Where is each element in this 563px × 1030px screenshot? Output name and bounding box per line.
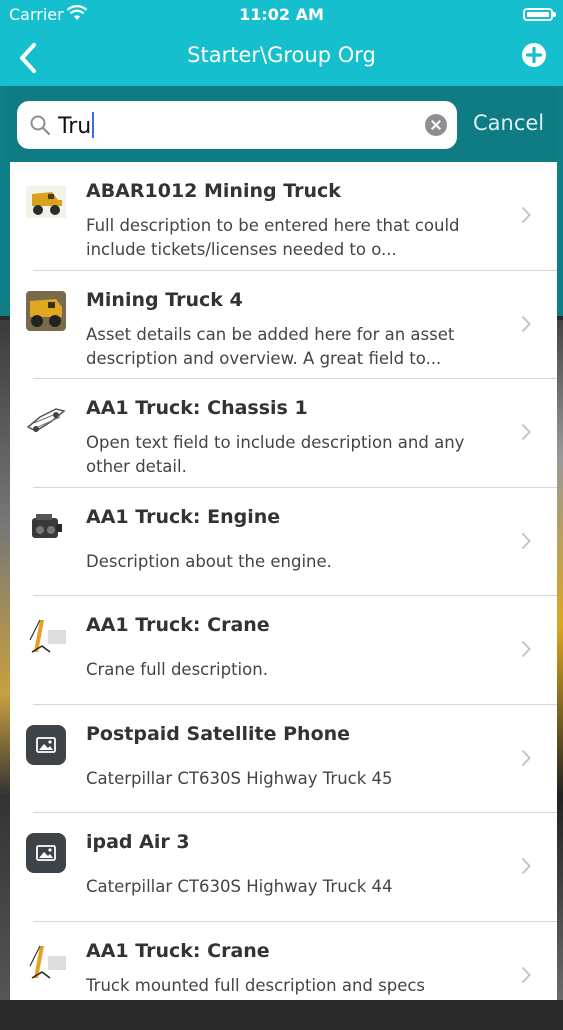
chevron-right-icon — [521, 532, 531, 550]
item-name: ipad Air 3 — [86, 831, 190, 853]
clock: 11:02 AM — [0, 5, 563, 24]
item-name: AA1 Truck: Crane — [86, 614, 270, 636]
item-name: AA1 Truck: Engine — [86, 506, 280, 528]
battery-icon — [523, 8, 553, 21]
item-description: Asset details can be added here for an a… — [86, 323, 506, 371]
chevron-right-icon — [521, 315, 531, 333]
item-description: Crane full description. — [86, 658, 506, 682]
page-title: Starter\Group Org — [0, 43, 563, 67]
item-description: Full description to be entered here that… — [86, 214, 506, 262]
list-item[interactable]: AA1 Truck: Engine Description about the … — [10, 488, 557, 597]
list-item[interactable]: ipad Air 3 Caterpillar CT630S Highway Tr… — [10, 813, 557, 922]
item-description: Truck mounted full description and specs — [86, 974, 506, 998]
list-item[interactable]: Postpaid Satellite Phone Caterpillar CT6… — [10, 705, 557, 814]
list-item[interactable]: AA1 Truck: Chassis 1 Open text field to … — [10, 379, 557, 488]
item-description: Caterpillar CT630S Highway Truck 45 — [86, 767, 506, 791]
list-item[interactable]: AA1 Truck: Crane Crane full description. — [10, 596, 557, 705]
list-item[interactable]: ABAR1012 Mining Truck Full description t… — [10, 162, 557, 271]
chevron-right-icon — [521, 206, 531, 224]
chevron-right-icon — [521, 966, 531, 984]
chevron-right-icon — [521, 423, 531, 441]
item-name: Mining Truck 4 — [86, 289, 243, 311]
search-query: Tru — [58, 114, 91, 139]
crane-thumbnail — [26, 942, 66, 982]
cancel-button[interactable]: Cancel — [473, 111, 544, 135]
image-placeholder-icon — [26, 833, 66, 873]
item-description: Caterpillar CT630S Highway Truck 44 — [86, 875, 506, 899]
search-icon — [29, 114, 51, 136]
item-description: Open text field to include description a… — [86, 431, 506, 479]
item-name: AA1 Truck: Crane — [86, 940, 270, 962]
clear-search-icon[interactable] — [425, 114, 447, 136]
chevron-right-icon — [521, 857, 531, 875]
chevron-right-icon — [521, 640, 531, 658]
search-input[interactable]: Tru — [17, 101, 457, 149]
image-placeholder-icon — [26, 725, 66, 765]
navigation-bar: Starter\Group Org — [0, 30, 563, 86]
results-list: ABAR1012 Mining Truck Full description t… — [10, 162, 557, 1000]
chassis-thumbnail — [26, 399, 66, 439]
status-bar: Carrier 11:02 AM — [0, 0, 563, 30]
text-cursor — [92, 112, 94, 138]
crane-thumbnail — [26, 616, 66, 656]
item-description: Description about the engine. — [86, 550, 506, 574]
add-circle-icon[interactable] — [521, 42, 547, 68]
mining-truck-thumbnail — [26, 182, 66, 222]
mining-truck-thumbnail — [26, 291, 66, 331]
chevron-right-icon — [521, 749, 531, 767]
item-name: AA1 Truck: Chassis 1 — [86, 397, 308, 419]
list-item[interactable]: AA1 Truck: Crane Truck mounted full desc… — [10, 922, 557, 1030]
list-item[interactable]: Mining Truck 4 Asset details can be adde… — [10, 271, 557, 380]
item-name: Postpaid Satellite Phone — [86, 723, 350, 745]
search-bar: Tru Cancel — [6, 86, 557, 162]
engine-thumbnail — [26, 508, 66, 548]
item-name: ABAR1012 Mining Truck — [86, 180, 341, 202]
background-photo-left — [0, 320, 10, 1000]
